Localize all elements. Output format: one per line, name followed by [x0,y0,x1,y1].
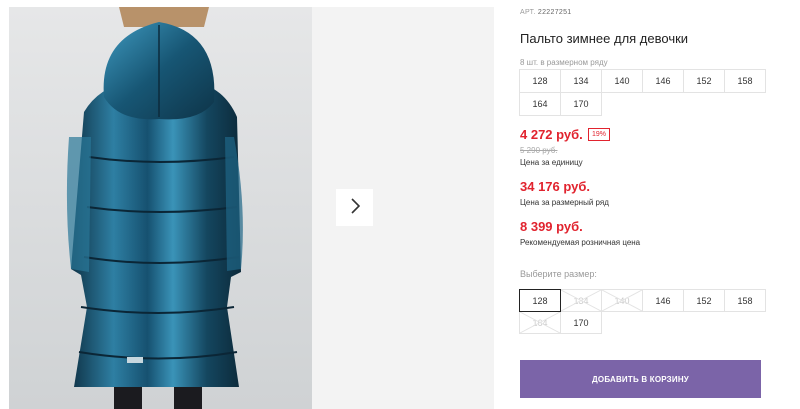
pack-sizes-grid: 128 134 140 146 152 158 164 170 [519,69,766,116]
pack-size: 158 [724,69,766,93]
pack-size: 128 [519,69,561,93]
size-option-label: 146 [655,295,671,306]
size-option-label: 152 [696,295,712,306]
unit-price: 4 272 руб. [520,127,583,142]
size-select-grid: 128 134 140 146 152 158 164 170 [519,289,766,334]
size-select-label: Выберите размер: [520,269,597,279]
product-title: Пальто зимнее для девочки [520,31,689,46]
discount-badge: 19% [588,128,611,141]
gallery-next-button[interactable] [336,189,373,226]
add-to-cart-button[interactable]: ДОБАВИТЬ В КОРЗИНУ [520,360,761,398]
pack-size: 140 [601,69,643,93]
article-label: АРТ. [520,9,536,16]
retail-price: 8 399 руб. [520,219,583,234]
pack-size: 146 [642,69,684,93]
unit-price-caption: Цена за единицу [520,158,583,167]
size-option-140: 140 [601,289,643,312]
size-option-146[interactable]: 146 [642,289,684,312]
row-price: 34 176 руб. [520,179,591,194]
size-option-label: 128 [532,295,548,306]
article-value: 22227251 [537,9,572,16]
pack-size: 134 [560,69,602,93]
old-price: 5 290 руб. [520,146,558,155]
product-photo [9,7,312,409]
product-gallery [0,0,494,409]
retail-price-caption: Рекомендуемая розничная цена [520,238,641,247]
size-option-170[interactable]: 170 [560,311,602,334]
size-option-152[interactable]: 152 [683,289,725,312]
size-option-134: 134 [560,289,602,312]
pack-size: 164 [519,92,561,116]
chevron-right-icon [350,198,360,217]
size-option-label: 158 [737,295,753,306]
article-number: АРТ. 22227251 [520,9,571,16]
pack-size: 170 [560,92,602,116]
size-option-164: 164 [519,311,561,334]
pack-label: 8 шт. в размерном ряду [520,58,608,67]
pack-size: 152 [683,69,725,93]
size-option-label: 170 [573,317,589,328]
row-price-caption: Цена за размерный ряд [520,198,609,207]
size-option-158[interactable]: 158 [724,289,766,312]
size-option-128[interactable]: 128 [519,289,561,312]
